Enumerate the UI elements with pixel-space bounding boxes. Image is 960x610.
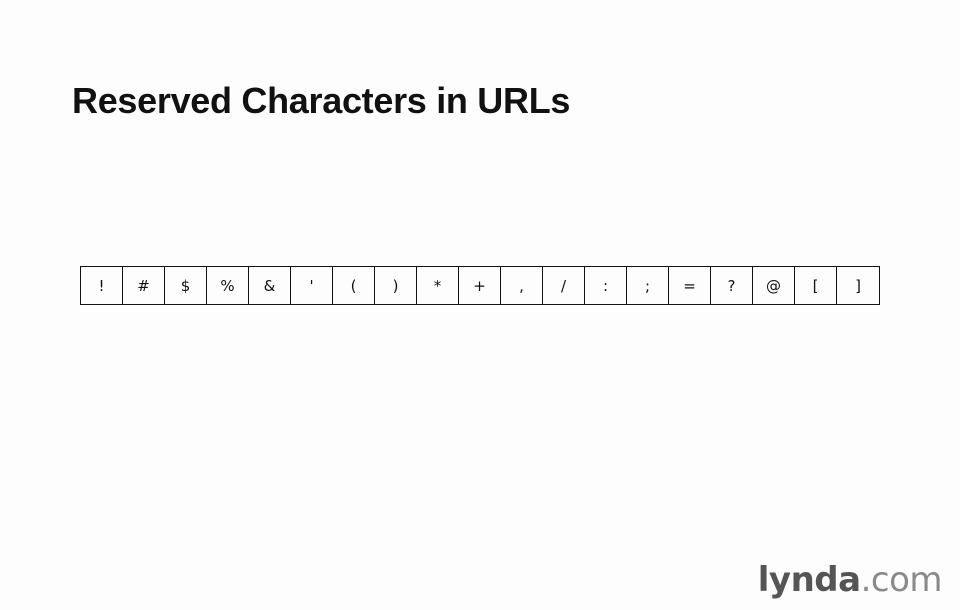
reserved-character-cell: $ [165, 267, 207, 304]
reserved-character-cell: # [123, 267, 165, 304]
reserved-character-cell: ) [375, 267, 417, 304]
reserved-character-cell: ; [627, 267, 669, 304]
logo-brand-suffix: .com [860, 560, 943, 600]
reserved-character-cell: + [459, 267, 501, 304]
reserved-character-cell: ] [855, 276, 861, 295]
reserved-character-cell: % [207, 267, 249, 304]
lynda-logo: lynda.com [757, 560, 943, 600]
reserved-character-cell: ' [291, 267, 333, 304]
reserved-character-cell: * [417, 267, 459, 304]
slide-title: Reserved Characters in URLs [72, 80, 571, 121]
reserved-character-cell: [ [795, 267, 837, 304]
reserved-character-cell: ? [711, 267, 753, 304]
reserved-character-cell: @ [753, 267, 795, 304]
reserved-character-cell: & [249, 267, 291, 304]
logo-brand-main: lynda [757, 560, 861, 600]
reserved-character-cell: ( [333, 267, 375, 304]
reserved-character-cell: / [543, 267, 585, 304]
reserved-character-cell: ! [81, 267, 123, 304]
reserved-characters-row: ! # $% & '() * +, /:; =? @[] [80, 266, 880, 305]
reserved-character-cell: , [501, 267, 543, 304]
reserved-character-cell: : [585, 267, 627, 304]
reserved-character-cell: = [669, 267, 711, 304]
